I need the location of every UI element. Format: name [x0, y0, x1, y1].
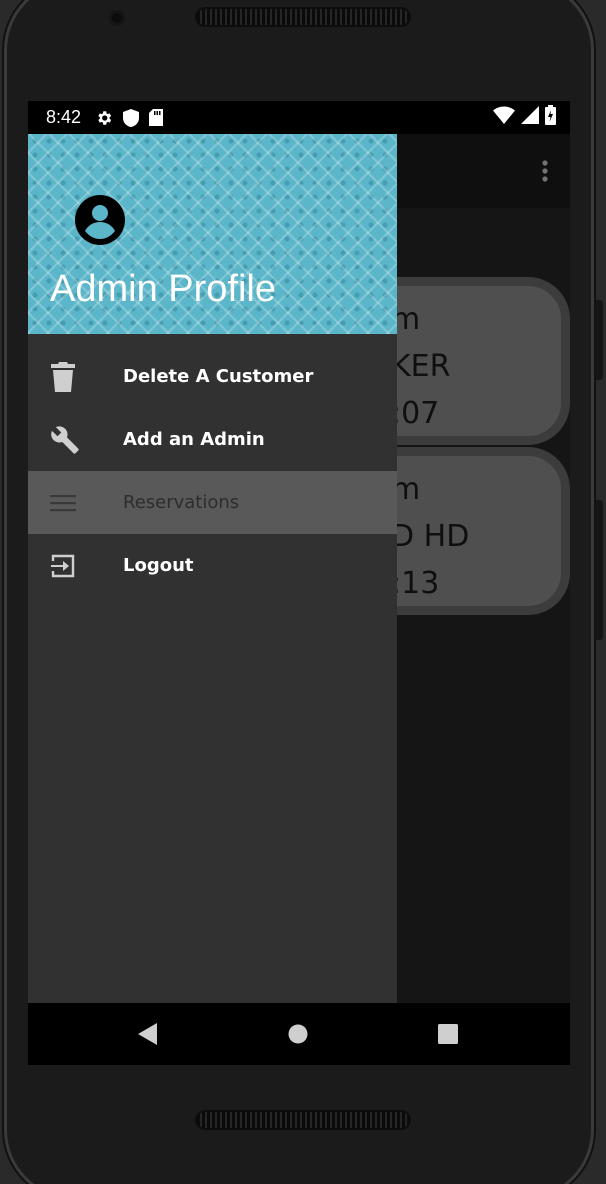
menu-item-add-admin[interactable]: Add an Admin: [28, 408, 397, 471]
menu-item-logout[interactable]: Logout: [28, 534, 397, 597]
device-screen: ons m KER :07 m D HD :13 8:42: [28, 101, 570, 1065]
wifi-icon: [493, 106, 515, 129]
front-camera: [109, 10, 125, 26]
recents-icon[interactable]: [418, 1003, 478, 1065]
drawer-title: Admin Profile: [50, 268, 276, 310]
back-icon[interactable]: [118, 1003, 178, 1065]
menu-item-reservations[interactable]: Reservations: [28, 471, 397, 534]
bottom-speaker: [195, 1110, 411, 1130]
menu-item-label: Add an Admin: [123, 429, 265, 450]
shield-icon: [123, 108, 140, 127]
sd-card-icon: [149, 109, 164, 126]
menu-item-delete-customer[interactable]: Delete A Customer: [28, 345, 397, 408]
power-button: [595, 300, 603, 380]
menu-icon: [28, 494, 123, 512]
navigation-drawer: Admin Profile Delete A Customer Add an A…: [28, 134, 397, 1003]
drawer-header: Admin Profile: [28, 134, 397, 334]
drawer-menu: Delete A Customer Add an Admin Reservati…: [28, 334, 397, 597]
status-bar: 8:42: [28, 101, 570, 134]
logout-icon: [28, 553, 123, 579]
menu-item-label: Reservations: [123, 492, 240, 513]
account-circle-icon: [74, 194, 126, 251]
battery-icon: [545, 105, 556, 130]
wrench-icon: [28, 425, 123, 455]
earpiece-speaker: [195, 7, 411, 27]
trash-icon: [28, 361, 123, 392]
signal-icon: [521, 106, 539, 129]
status-time: 8:42: [46, 107, 82, 127]
menu-item-label: Logout: [123, 555, 194, 576]
volume-button: [595, 500, 603, 640]
home-icon[interactable]: [268, 1003, 328, 1065]
system-nav-bar: [28, 1003, 570, 1065]
menu-item-label: Delete A Customer: [123, 366, 314, 387]
settings-icon: [95, 109, 113, 127]
